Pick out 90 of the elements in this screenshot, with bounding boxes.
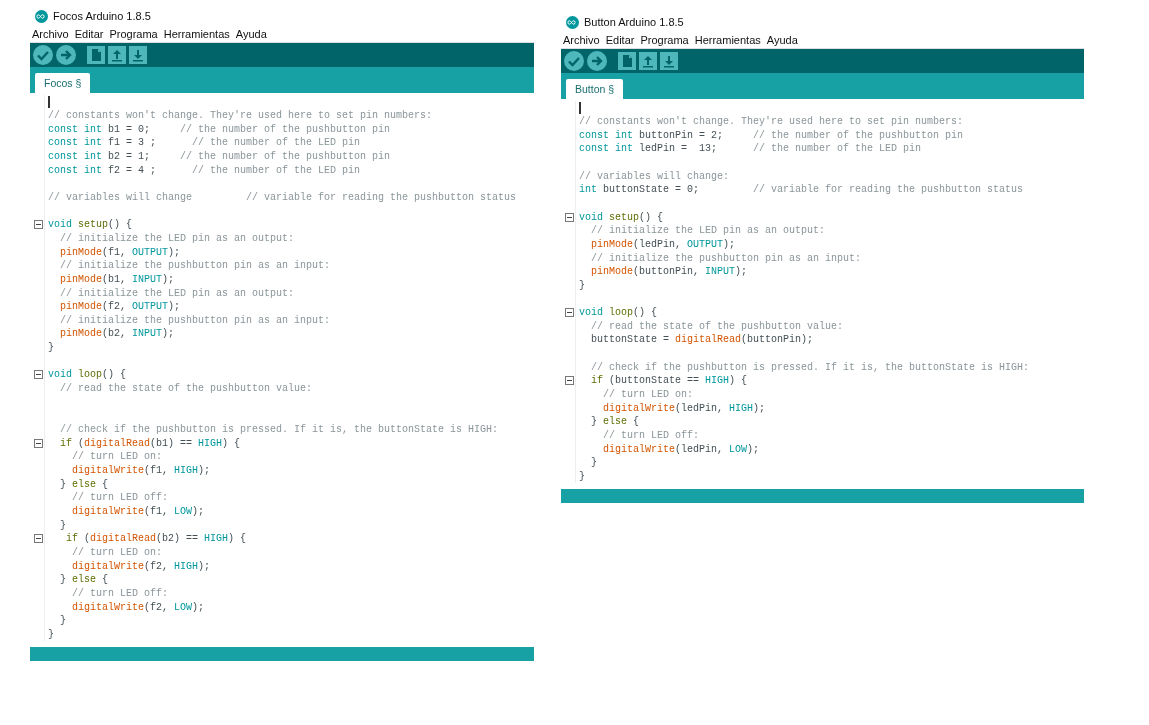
code-line: // initialize the pushbutton pin as an input: [59,260,331,272]
code-line: // constants won't change. They're used here to set pin numbers: [579,116,964,127]
upload-icon[interactable] [108,45,126,65]
code-line: } [590,457,597,469]
code-line: void setup() { [579,211,664,223]
code-line: // constants won't change. They're used here to set pin numbers: [48,110,433,121]
menu-item[interactable]: Archivo [563,34,600,46]
menu-item[interactable]: Herramientas [163,28,230,40]
code-line: // variables will change // variable for reading the pushbutton status [48,191,517,203]
code-line: const int f1 = 3 ; // the number of the LED pin [48,137,361,149]
collapse-icon[interactable] [564,308,574,318]
code-line: } [579,471,585,483]
code-line: } else { [59,478,109,490]
menu-item[interactable]: Ayuda [235,28,267,40]
code-line: } else { [590,416,640,428]
code-line: void loop() { [48,369,127,381]
code-line: const int b2 = 1; // the number of the pushbutton pin [48,150,391,162]
code-line: if (buttonState == HIGH) { [590,375,748,387]
window-title: Button Arduino 1.8.5 [584,16,684,28]
code-line: void loop() { [579,307,658,319]
upload-icon[interactable] [639,51,657,71]
code-line: pinMode(f1, OUTPUT); [59,246,181,258]
collapse-icon[interactable] [33,220,43,230]
code-line: } [59,615,66,627]
code-line: // variables will change: [579,170,730,182]
code-line: } [48,628,54,640]
code-line: // read the state of the pushbutton value: [59,383,313,395]
code-line: } else { [59,574,109,586]
collapse-icon[interactable] [33,370,43,380]
code-line: pinMode(b2, INPUT); [59,328,175,340]
arrow-right-icon[interactable] [56,45,76,65]
new-file-icon[interactable] [87,45,105,65]
code-line: // initialize the pushbutton pin as an input: [590,252,862,264]
arrow-right-icon[interactable] [587,51,607,71]
code-line: pinMode(buttonPin, INPUT); [590,266,748,278]
code-line: // turn LED on: [71,451,163,463]
code-line: } [48,342,54,354]
code-line: const int b1 = 0; // the number of the pushbutton pin [48,123,391,135]
collapse-icon[interactable] [33,534,43,544]
code-line: // initialize the LED pin as an output: [59,232,295,244]
collapse-icon[interactable] [33,438,43,448]
code-line: // turn LED on: [71,547,163,558]
code-line: const int buttonPin = 2; // the number of the pushbutton pin [579,129,964,141]
code-line: pinMode(b1, INPUT); [59,273,175,285]
code-line: // turn LED off: [71,492,169,504]
code-line: digitalWrite(ledPin, HIGH); [602,402,766,414]
menu-item[interactable]: Programa [640,34,689,46]
code-line: // read the state of the pushbutton value: [590,320,844,332]
code-line: if (digitalRead(b2) == HIGH) { [65,533,247,545]
code-line: const int ledPin = 13; // the number of the LED pin [579,143,922,155]
file-tab[interactable]: Focos § [35,73,91,93]
code-line: } [579,279,585,291]
download-icon[interactable] [129,45,147,65]
code-line: digitalWrite(ledPin, LOW); [602,443,760,455]
code-line: void setup() { [48,219,133,231]
new-file-icon[interactable] [618,51,636,71]
code-line: digitalWrite(f1, LOW); [71,506,205,517]
menu-item[interactable]: Editar [605,34,635,46]
menu-item[interactable]: Herramientas [694,34,761,46]
code-line: // initialize the pushbutton pin as an input: [59,314,331,326]
verify-icon[interactable] [33,45,53,65]
code-line: // initialize the LED pin as an output: [590,225,826,237]
file-tab[interactable]: Button § [566,79,624,99]
menu-item[interactable]: Archivo [32,28,69,40]
code-line: if (digitalRead(b1) == HIGH) { [59,437,241,449]
code-line: // initialize the LED pin as an output: [59,287,295,299]
collapse-icon[interactable] [564,212,574,222]
arduino-logo-icon [566,15,579,29]
menu-item[interactable]: Ayuda [766,34,798,46]
menu-item[interactable]: Editar [74,28,104,40]
code-line: digitalWrite(f2, HIGH); [71,560,211,572]
code-line: int buttonState = 0; // variable for reading the pushbutton status [579,184,1024,196]
code-line: } [59,519,66,531]
verify-icon[interactable] [564,51,584,71]
code-line: pinMode(ledPin, OUTPUT); [590,238,736,250]
download-icon[interactable] [660,51,678,71]
collapse-icon[interactable] [564,376,574,386]
code-line: // check if the pushbutton is pressed. If it is, the buttonState is HIGH: [590,361,1030,373]
code-line: digitalWrite(f2, LOW); [71,601,205,613]
code-line: const int f2 = 4 ; // the number of the LED pin [48,164,361,176]
code-line: pinMode(f2, OUTPUT); [59,301,181,313]
code-line: buttonState = digitalRead(buttonPin); [590,334,814,346]
code-line: // turn LED off: [71,587,169,599]
window-title: Focos Arduino 1.8.5 [53,10,151,22]
menu-item[interactable]: Programa [109,28,158,40]
code-line: // check if the pushbutton is pressed. If it is, the buttonState is HIGH: [59,424,499,436]
code-line: // turn LED off: [602,430,700,442]
arduino-logo-icon [35,9,48,23]
code-line: // turn LED on: [602,389,694,401]
code-line: digitalWrite(f1, HIGH); [71,465,211,477]
